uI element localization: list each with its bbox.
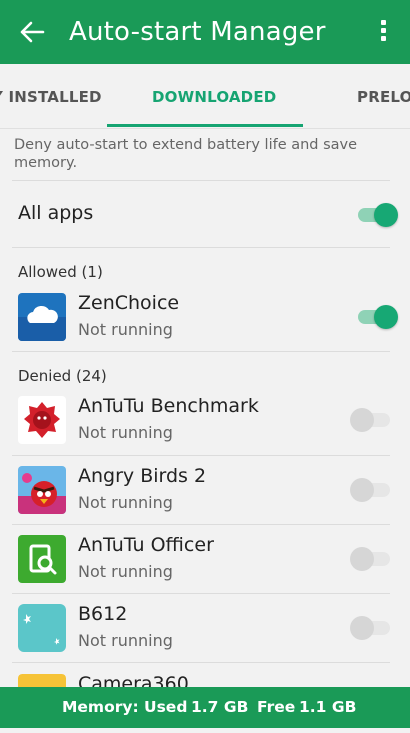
divider <box>12 180 390 181</box>
more-vert-icon[interactable] <box>378 18 388 46</box>
app-name: B612 <box>78 603 128 625</box>
allowed-section-label: Allowed (1) <box>18 263 103 281</box>
app-status: Not running <box>78 423 173 442</box>
app-row-antutu-benchmark[interactable]: AnTuTu Benchmark Not running <box>0 386 410 455</box>
divider <box>12 247 390 248</box>
memory-footer: Memory: Used 1.7 GB Free 1.1 GB <box>0 687 410 728</box>
free-label: Free <box>257 698 296 716</box>
used-value: 1.7 GB <box>191 698 249 716</box>
tab-installed[interactable]: Y INSTALLED <box>0 88 102 106</box>
back-arrow-icon[interactable] <box>18 18 46 46</box>
active-tab-indicator <box>107 124 303 127</box>
used-label: Used <box>144 698 188 716</box>
zenchoice-cloud-icon <box>18 293 66 341</box>
tab-preloaded[interactable]: PRELOA <box>357 88 410 106</box>
app-name: Angry Birds 2 <box>78 465 207 487</box>
antutu-benchmark-icon <box>18 396 66 444</box>
app-name: AnTuTu Officer <box>78 534 214 556</box>
app-bar: Auto-start Manager <box>0 0 410 64</box>
app-name: ZenChoice <box>78 292 180 314</box>
description-text: Deny auto-start to extend battery life a… <box>14 137 358 171</box>
memory-label: Memory: <box>62 698 139 716</box>
angry-birds-toggle[interactable] <box>350 478 394 502</box>
app-status: Not running <box>78 631 173 650</box>
app-status: Not running <box>78 320 173 339</box>
app-row-angry-birds-2[interactable]: Angry Birds 2 Not running <box>0 456 410 525</box>
divider <box>12 351 390 352</box>
free-value: 1.1 GB <box>299 698 357 716</box>
app-row-zenchoice[interactable]: ZenChoice Not running <box>0 283 410 352</box>
divider <box>12 662 390 663</box>
page-title: Auto-start Manager <box>69 17 326 47</box>
app-name: AnTuTu Benchmark <box>78 395 259 417</box>
angry-birds-icon <box>18 466 66 514</box>
app-status: Not running <box>78 493 173 512</box>
antutu-benchmark-toggle[interactable] <box>350 408 394 432</box>
b612-toggle[interactable] <box>350 616 394 640</box>
app-row-antutu-officer[interactable]: AnTuTu Officer Not running <box>0 525 410 594</box>
tab-downloaded[interactable]: DOWNLOADED <box>152 88 276 106</box>
app-status: Not running <box>78 562 173 581</box>
all-apps-toggle[interactable] <box>358 203 398 227</box>
zenchoice-toggle[interactable] <box>358 305 398 329</box>
b612-icon <box>18 604 66 652</box>
denied-section-label: Denied (24) <box>18 367 107 385</box>
antutu-officer-icon <box>18 535 66 583</box>
antutu-officer-toggle[interactable] <box>350 547 394 571</box>
all-apps-label: All apps <box>18 202 94 224</box>
tab-bar: Y INSTALLED DOWNLOADED PRELOA <box>0 64 410 129</box>
app-row-b612[interactable]: B612 Not running <box>0 594 410 663</box>
